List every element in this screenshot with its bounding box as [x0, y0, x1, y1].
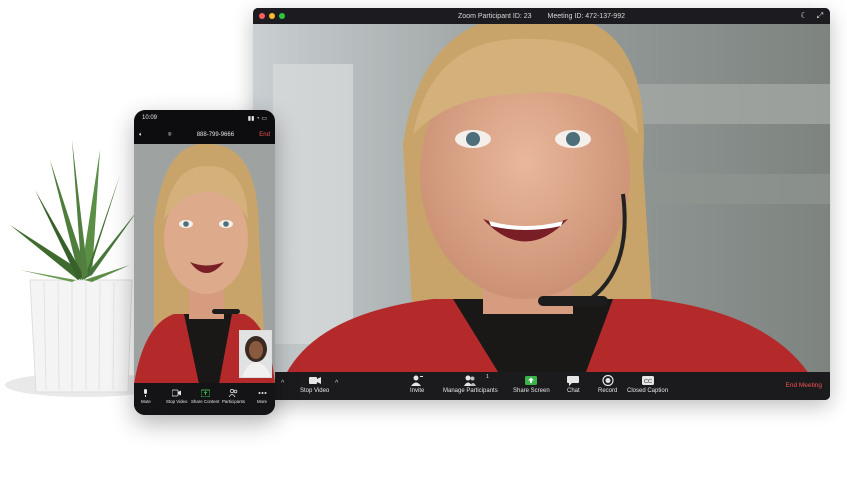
- signal-battery-icon: ▮▮ ◔ ▭: [247, 115, 267, 122]
- main-video-feed: [253, 24, 830, 380]
- fullscreen-icon[interactable]: ⤢: [816, 11, 824, 20]
- participant-id-label: Zoom Participant ID: 23: [458, 12, 532, 20]
- phone-mute-button[interactable]: Mute: [141, 389, 151, 404]
- record-icon: [602, 375, 614, 386]
- stop-video-button[interactable]: Stop Video: [300, 375, 329, 394]
- video-options-chevron-icon[interactable]: ^: [335, 380, 338, 387]
- add-person-icon: [411, 375, 424, 386]
- share-screen-icon: [525, 376, 538, 385]
- invite-button[interactable]: Invite: [410, 375, 424, 394]
- phone-end-button[interactable]: End: [259, 132, 270, 138]
- speaker-icon[interactable]: 🔈︎: [139, 132, 143, 139]
- moon-icon[interactable]: ☾: [800, 11, 808, 20]
- audio-options-chevron-icon[interactable]: ^: [281, 380, 284, 387]
- stage: Zoom Participant ID: 23 Meeting ID: 472-…: [0, 0, 847, 499]
- speaker-video-image: [253, 24, 830, 380]
- phone-video-camera-icon: [172, 389, 182, 397]
- chat-icon: [567, 376, 580, 386]
- invite-label: Invite: [410, 388, 425, 394]
- phone-top-bar: 🔈︎ ⌾ 888-799-9666 End: [134, 126, 275, 144]
- end-meeting-button[interactable]: End Meeting: [786, 382, 823, 389]
- more-dots-icon: [258, 392, 266, 394]
- video-camera-icon: [308, 377, 321, 384]
- cc-icon: CC: [641, 376, 654, 385]
- zoom-desktop-window: Zoom Participant ID: 23 Meeting ID: 472-…: [253, 8, 830, 400]
- phone-participants-button[interactable]: Participants: [222, 389, 245, 404]
- window-title: Zoom Participant ID: 23 Meeting ID: 472-…: [253, 8, 830, 24]
- phone-time: 10:09: [142, 115, 158, 121]
- record-label: Record: [598, 388, 618, 394]
- phone-participants-label: Participants: [222, 399, 245, 404]
- phone-mute-label: Mute: [141, 399, 151, 404]
- participants-icon: [464, 375, 477, 386]
- chat-label: Chat: [567, 388, 580, 394]
- titlebar-right: ☾ ⤢: [800, 11, 824, 20]
- plant-pot-image: [5, 140, 140, 397]
- zoom-mobile-phone: 10:09 ▮▮ ◔ ▭ 🔈︎ ⌾ 888-799-9666 End Mute …: [134, 110, 275, 415]
- phone-toolbar: Mute Stop Video Share Content Participan…: [134, 383, 275, 415]
- closed-caption-button[interactable]: CC Closed Caption: [627, 375, 668, 394]
- meeting-toolbar: ^ Stop Video ^ Invite Manage Participant…: [253, 372, 830, 400]
- microphone-icon: [144, 389, 148, 397]
- phone-stop-video-label: Stop Video: [166, 399, 188, 404]
- self-view-thumbnail[interactable]: [239, 330, 272, 378]
- share-screen-label: Share Screen: [513, 388, 550, 394]
- svg-text:CC: CC: [644, 379, 652, 385]
- stop-video-label: Stop Video: [300, 388, 330, 394]
- participant-count-badge: 1: [486, 374, 489, 380]
- share-screen-button[interactable]: Share Screen: [513, 375, 550, 394]
- manage-participants-label: Manage Participants: [443, 388, 498, 394]
- window-titlebar: Zoom Participant ID: 23 Meeting ID: 472-…: [253, 8, 830, 24]
- phone-share-content-button[interactable]: Share Content: [191, 389, 219, 404]
- switch-camera-icon[interactable]: ⌾: [168, 132, 172, 139]
- phone-number-label: 888-799-9666: [196, 132, 235, 138]
- chat-button[interactable]: Chat: [567, 375, 580, 394]
- meeting-id-label: Meeting ID: 472-137-992: [547, 12, 625, 20]
- phone-more-button[interactable]: More: [257, 389, 267, 404]
- phone-share-content-label: Share Content: [191, 399, 220, 404]
- manage-participants-button[interactable]: Manage Participants: [443, 375, 498, 394]
- record-button[interactable]: Record: [598, 375, 617, 394]
- phone-share-icon: [200, 389, 210, 397]
- phone-more-label: More: [257, 399, 268, 404]
- phone-participants-icon: [228, 389, 238, 397]
- self-view-image: [240, 331, 271, 377]
- phone-stop-video-button[interactable]: Stop Video: [166, 389, 187, 404]
- closed-caption-label: Closed Caption: [627, 388, 669, 394]
- phone-status-bar: 10:09 ▮▮ ◔ ▭: [134, 110, 275, 126]
